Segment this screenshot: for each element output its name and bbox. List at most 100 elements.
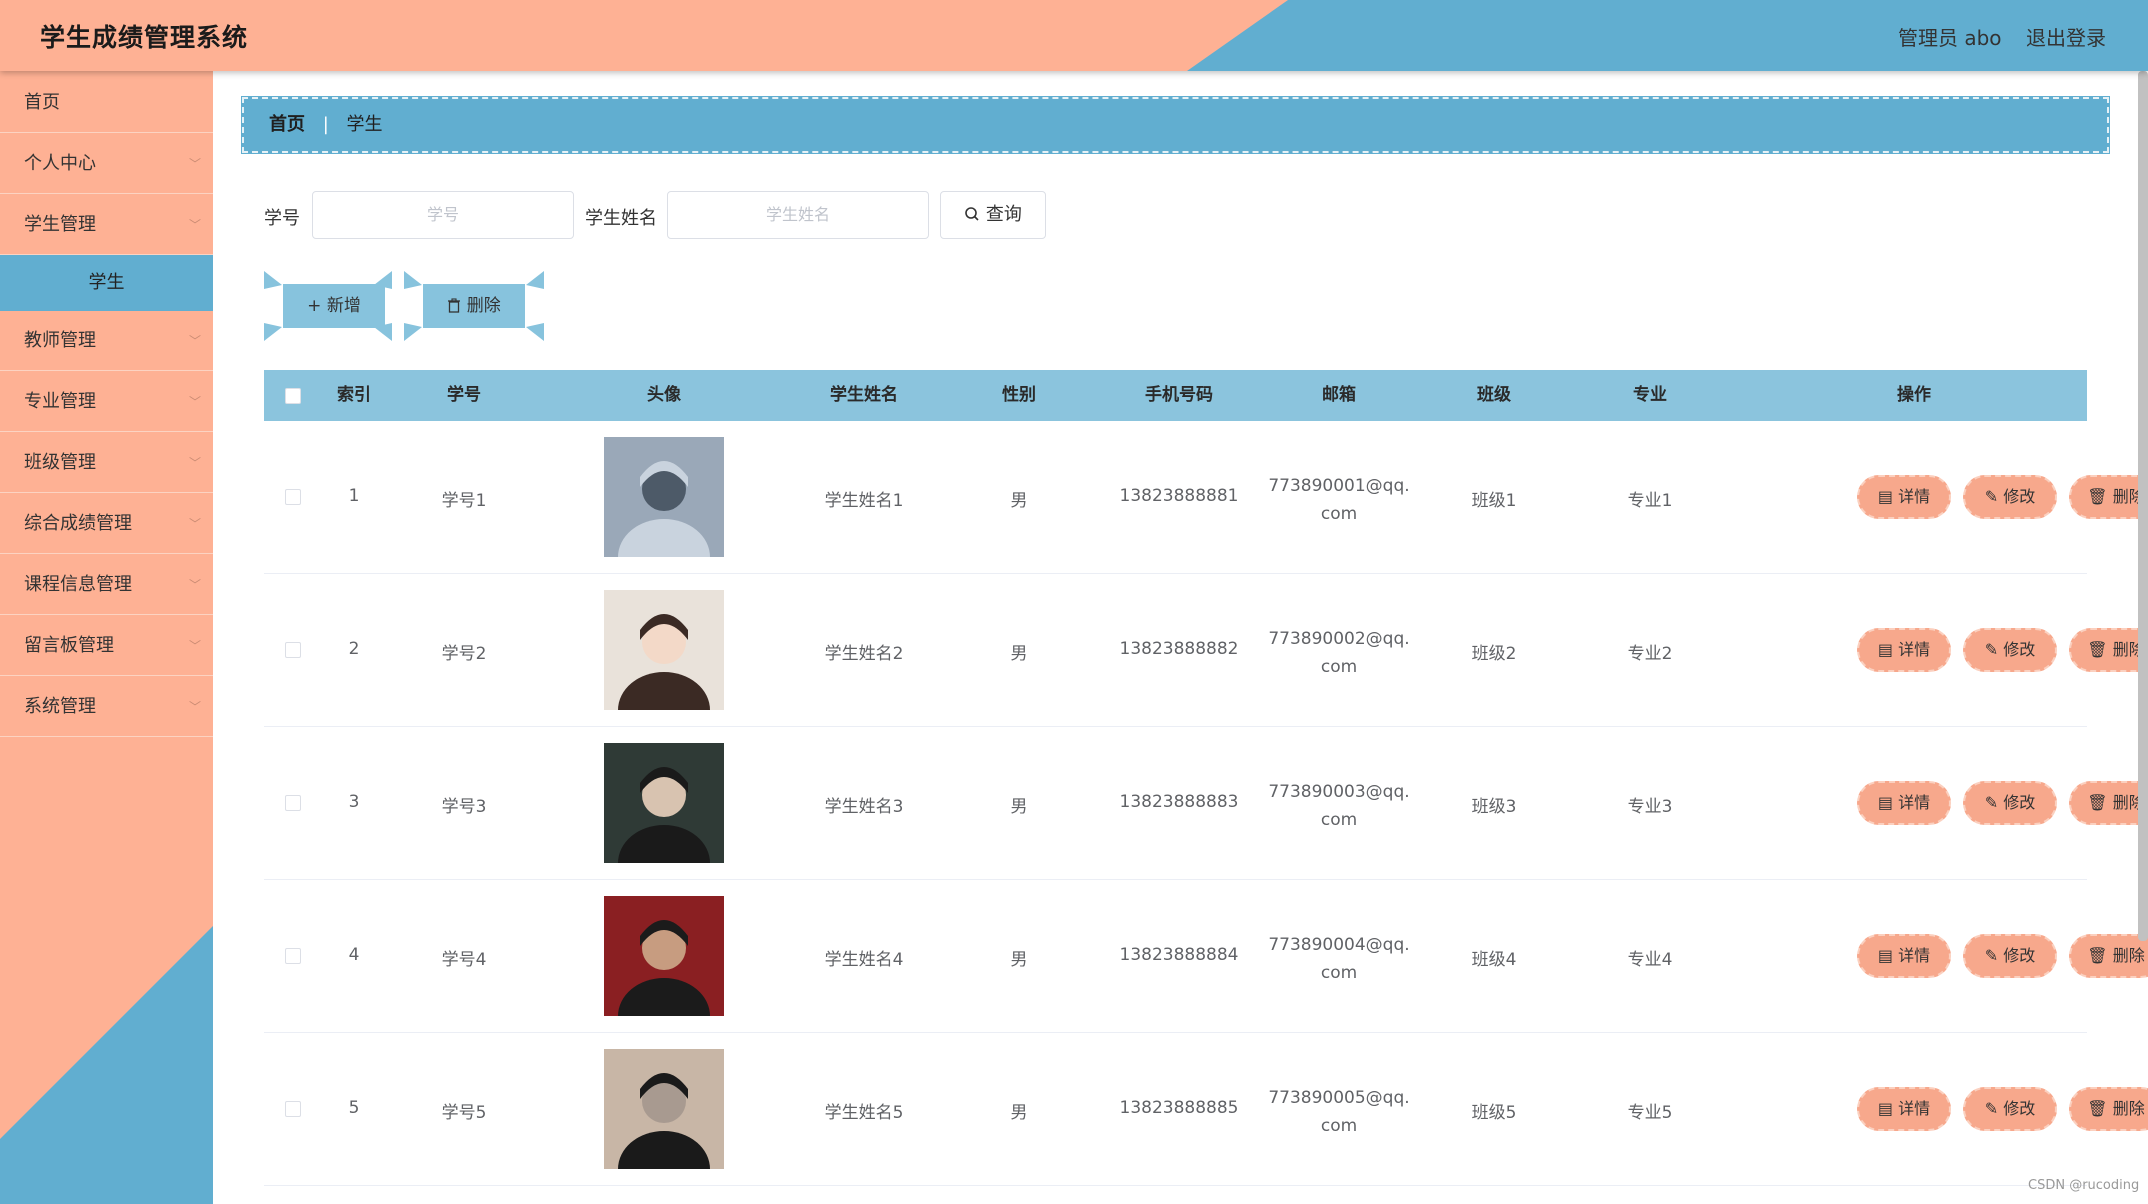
detail-button[interactable]: ▤ 详情	[1857, 475, 1951, 519]
trash-icon: 🗑	[2087, 946, 2108, 965]
col-class: 班级	[1477, 385, 1511, 405]
sidebar-item-teacher-mgmt[interactable]: 教师管理 ﹀	[0, 311, 213, 371]
detail-button[interactable]: ▤ 详情	[1857, 628, 1951, 672]
sidebar-item-system-mgmt[interactable]: 系统管理 ﹀	[0, 677, 213, 737]
document-icon: ▤	[1877, 640, 1893, 659]
col-avatar: 头像	[647, 385, 681, 405]
cell-index: 1	[348, 486, 360, 506]
delete-button-label: 删除	[2112, 946, 2145, 965]
query-button-label: 查询	[985, 204, 1022, 225]
sidebar-item-major-mgmt[interactable]: 专业管理 ﹀	[0, 372, 213, 432]
cell-class: 班级2	[1471, 644, 1517, 664]
sidebar-item-profile[interactable]: 个人中心 ﹀	[0, 134, 213, 194]
cell-email-line2: com	[1320, 963, 1358, 983]
app-title: 学生成绩管理系统	[40, 23, 249, 52]
cell-email-line2: com	[1320, 657, 1358, 677]
trash-icon: 🗑	[2087, 640, 2108, 659]
sidebar-item-student-mgmt[interactable]: 学生管理 ﹀	[0, 195, 213, 255]
avatar-image	[604, 1049, 724, 1169]
delete-button[interactable]: 🗑 删除	[2069, 781, 2148, 825]
student-id-label: 学号	[264, 208, 300, 229]
delete-button[interactable]: 🗑 删除	[2069, 628, 2148, 672]
col-phone: 手机号码	[1145, 385, 1213, 405]
batch-delete-button[interactable]: 删除	[423, 284, 525, 328]
cell-major: 专业1	[1627, 491, 1673, 511]
edit-button[interactable]: ✎ 修改	[1963, 1087, 2057, 1131]
delete-button[interactable]: 🗑 删除	[2069, 475, 2148, 519]
sidebar-item-message-board[interactable]: 留言板管理 ﹀	[0, 616, 213, 676]
edit-button[interactable]: ✎ 修改	[1963, 628, 2057, 672]
table-header: 索引 学号 头像 学生姓名 性别 手机号码 邮箱 班级 专业 操作	[264, 370, 2087, 421]
logout-link[interactable]: 退出登录	[2026, 22, 2106, 51]
table-row: 2 学号2 学生姓名2 男 13823888882 773890002@qq. …	[264, 574, 2148, 727]
edit-button[interactable]: ✎ 修改	[1963, 781, 2057, 825]
sidebar-item-class-mgmt[interactable]: 班级管理 ﹀	[0, 433, 213, 493]
row-checkbox[interactable]	[285, 795, 301, 811]
edit-button[interactable]: ✎ 修改	[1963, 475, 2057, 519]
row-checkbox[interactable]	[285, 489, 301, 505]
cell-email: 773890003@qq. com	[1264, 778, 1414, 834]
cell-email: 773890002@qq. com	[1264, 625, 1414, 681]
detail-button[interactable]: ▤ 详情	[1857, 934, 1951, 978]
student-name-input[interactable]: 学生姓名	[667, 191, 929, 239]
sidebar-item-home[interactable]: 首页	[0, 73, 213, 133]
cell-email-line1: 773890001@qq.	[1268, 476, 1410, 496]
cell-class: 班级3	[1471, 797, 1517, 817]
breadcrumb-home[interactable]: 首页	[269, 114, 305, 135]
cell-class: 班级4	[1471, 950, 1517, 970]
chevron-down-icon: ﹀	[188, 578, 201, 592]
trash-icon	[448, 298, 461, 313]
cell-major: 专业4	[1627, 950, 1673, 970]
add-button[interactable]: + 新增	[283, 284, 385, 328]
sidebar-item-label: 留言板管理	[24, 635, 114, 656]
row-checkbox[interactable]	[285, 948, 301, 964]
row-checkbox[interactable]	[285, 1101, 301, 1117]
delete-button[interactable]: 🗑 删除	[2069, 934, 2148, 978]
cell-phone: 13823888882	[1119, 639, 1239, 659]
table-row: 1 学号1 学生姓名1 男 13823888881 773890001@qq. …	[264, 421, 2148, 574]
detail-button[interactable]: ▤ 详情	[1857, 1087, 1951, 1131]
cell-email: 773890001@qq. com	[1264, 472, 1414, 528]
cell-index: 3	[348, 792, 360, 812]
avatar-image	[604, 590, 724, 710]
detail-button[interactable]: ▤ 详情	[1857, 781, 1951, 825]
col-index: 索引	[337, 385, 371, 405]
breadcrumb-separator: |	[322, 114, 329, 135]
cell-email-line2: com	[1320, 1116, 1358, 1136]
table-row: 3 学号3 学生姓名3 男 13823888883 773890003@qq. …	[264, 727, 2148, 880]
cell-phone: 13823888884	[1119, 945, 1239, 965]
cell-class: 班级5	[1471, 1103, 1517, 1123]
cell-index: 2	[348, 639, 360, 659]
cell-phone: 13823888883	[1119, 792, 1239, 812]
cell-email-line2: com	[1320, 504, 1358, 524]
watermark: CSDN @rucoding	[2028, 1178, 2140, 1193]
sidebar-item-course-mgmt[interactable]: 课程信息管理 ﹀	[0, 555, 213, 615]
sidebar-item-grades-mgmt[interactable]: 综合成绩管理 ﹀	[0, 494, 213, 554]
detail-button-label: 详情	[1898, 946, 1931, 965]
cell-gender: 男	[1010, 950, 1028, 970]
detail-button-label: 详情	[1898, 487, 1931, 506]
chevron-down-icon: ﹀	[188, 157, 201, 171]
cell-gender: 男	[1010, 644, 1028, 664]
cell-index: 5	[348, 1098, 360, 1118]
edit-button[interactable]: ✎ 修改	[1963, 934, 2057, 978]
admin-user-label: 管理员 abo	[1898, 26, 2002, 50]
sidebar-subitem-student[interactable]: 学生	[0, 255, 213, 311]
delete-button[interactable]: 🗑 删除	[2069, 1087, 2148, 1131]
student-id-input[interactable]: 学号	[312, 191, 574, 239]
detail-button-label: 详情	[1898, 1099, 1931, 1118]
table-row: 5 学号5 学生姓名5 男 13823888885 773890005@qq. …	[264, 1033, 2148, 1186]
page-scrollbar[interactable]	[2138, 71, 2148, 941]
cell-student-name: 学生姓名5	[824, 1103, 904, 1123]
cell-student-id: 学号4	[441, 950, 487, 970]
top-header: 学生成绩管理系统 管理员 abo 退出登录	[0, 0, 2148, 71]
col-gender: 性别	[1002, 385, 1036, 405]
col-actions: 操作	[1897, 385, 1931, 405]
query-button[interactable]: 查询	[940, 191, 1046, 239]
cell-gender: 男	[1010, 1103, 1028, 1123]
cell-student-name: 学生姓名1	[824, 491, 904, 511]
row-checkbox[interactable]	[285, 642, 301, 658]
select-all-checkbox[interactable]	[285, 388, 301, 404]
avatar-image	[604, 896, 724, 1016]
breadcrumb-current: 学生	[346, 114, 383, 135]
